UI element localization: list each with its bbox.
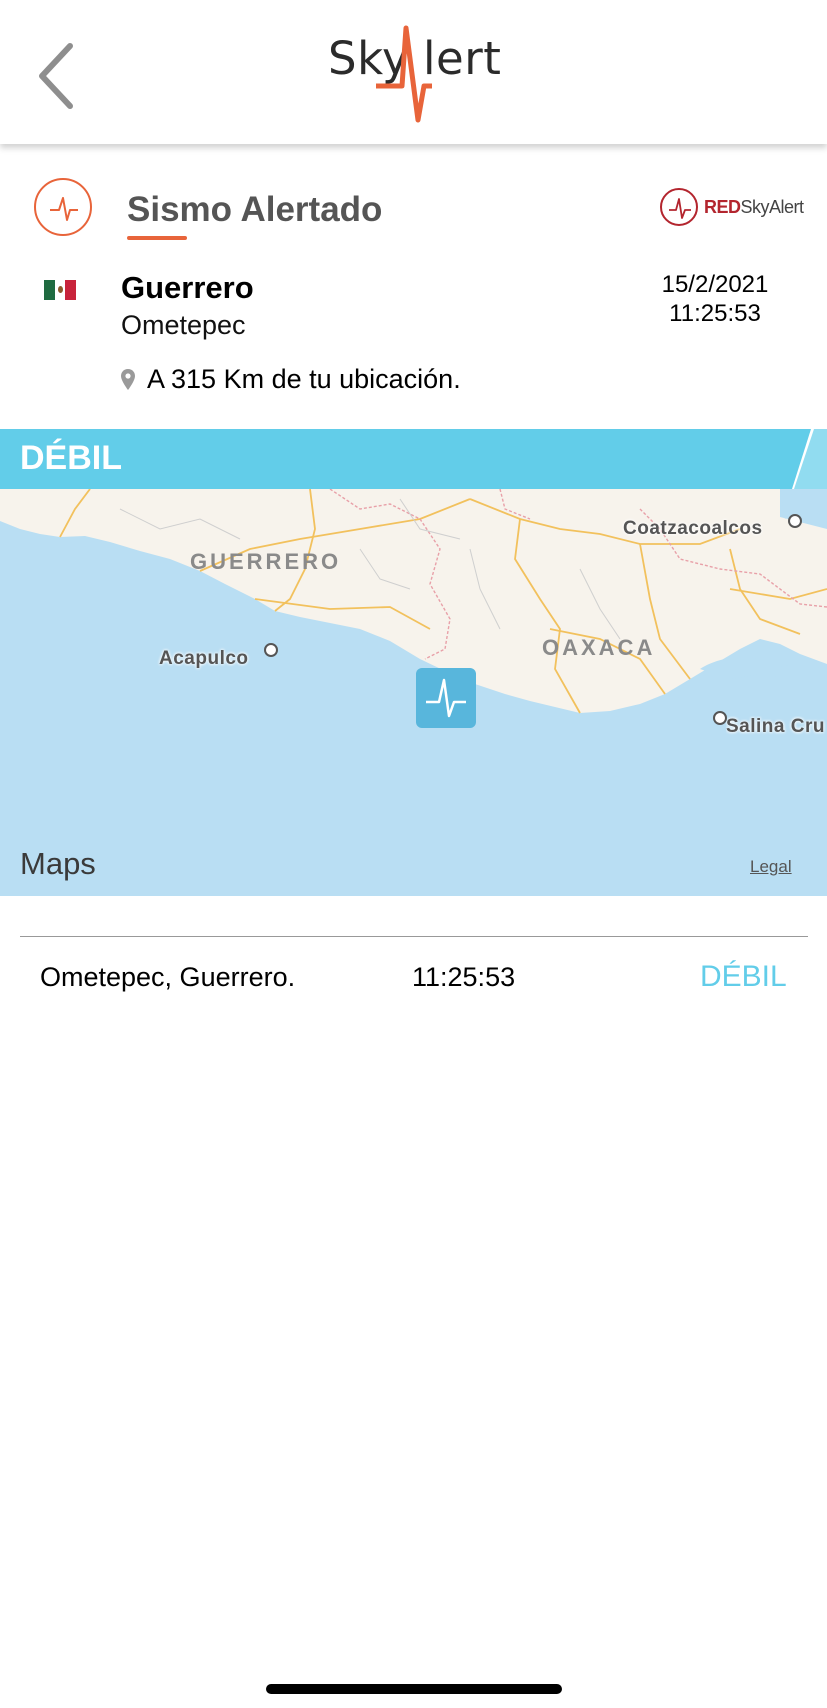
map-terrain	[0, 489, 827, 896]
event-datetime: 15/2/2021 11:25:53	[640, 270, 790, 328]
event-date: 15/2/2021	[661, 271, 769, 298]
city-dot	[713, 711, 727, 725]
home-indicator[interactable]	[266, 1684, 562, 1694]
seismic-pulse-icon	[34, 178, 92, 236]
city-dot	[264, 643, 278, 657]
title-underline	[127, 236, 187, 240]
list-divider	[20, 936, 808, 937]
city-dot	[788, 514, 802, 528]
city-label-salina-cruz: Salina Cru	[726, 716, 825, 737]
chevron-left-icon	[39, 43, 73, 109]
red-pulse-icon	[660, 188, 698, 226]
location-pin-icon	[121, 369, 135, 390]
epicenter-marker[interactable]	[416, 668, 476, 728]
event-row-location[interactable]: Ometepec, Guerrero.	[40, 962, 295, 993]
alert-title: Sismo Alertado	[127, 190, 383, 229]
event-time: 11:25:53	[669, 300, 761, 327]
logo-text-right: lert	[423, 32, 502, 85]
distance-text: A 315 Km de tu ubicación.	[147, 364, 461, 394]
app-header: Sky lert	[0, 0, 827, 144]
state-name: Guerrero	[121, 270, 254, 305]
seismic-pulse-icon	[426, 678, 466, 718]
event-row-intensity[interactable]: DÉBIL	[700, 960, 787, 994]
map-view[interactable]: GUERRERO OAXACA	[0, 489, 827, 896]
intensity-label: DÉBIL	[20, 439, 122, 477]
event-row-time[interactable]: 11:25:53	[412, 962, 515, 993]
red-logo-suffix: SkyAlert	[740, 197, 805, 217]
maps-brand-text: Maps	[20, 846, 96, 881]
intensity-banner: DÉBIL	[0, 429, 827, 489]
red-logo-prefix: RED	[704, 197, 741, 217]
region-label-oaxaca: OAXACA	[542, 635, 656, 660]
red-skyalert-logo: REDSkyAlert	[660, 188, 810, 228]
region-label-guerrero: GUERRERO	[190, 549, 342, 574]
city-name: Ometepec	[121, 310, 246, 340]
legal-link[interactable]: Legal	[750, 857, 792, 877]
apple-maps-brand: Maps	[20, 846, 96, 882]
banner-shape	[0, 429, 827, 489]
city-label-coatzacoalcos: Coatzacoalcos	[623, 518, 763, 539]
back-button[interactable]	[30, 36, 90, 116]
skyalert-logo: Sky lert	[328, 24, 502, 124]
mexico-flag-icon	[44, 280, 77, 300]
city-label-acapulco: Acapulco	[159, 648, 249, 669]
